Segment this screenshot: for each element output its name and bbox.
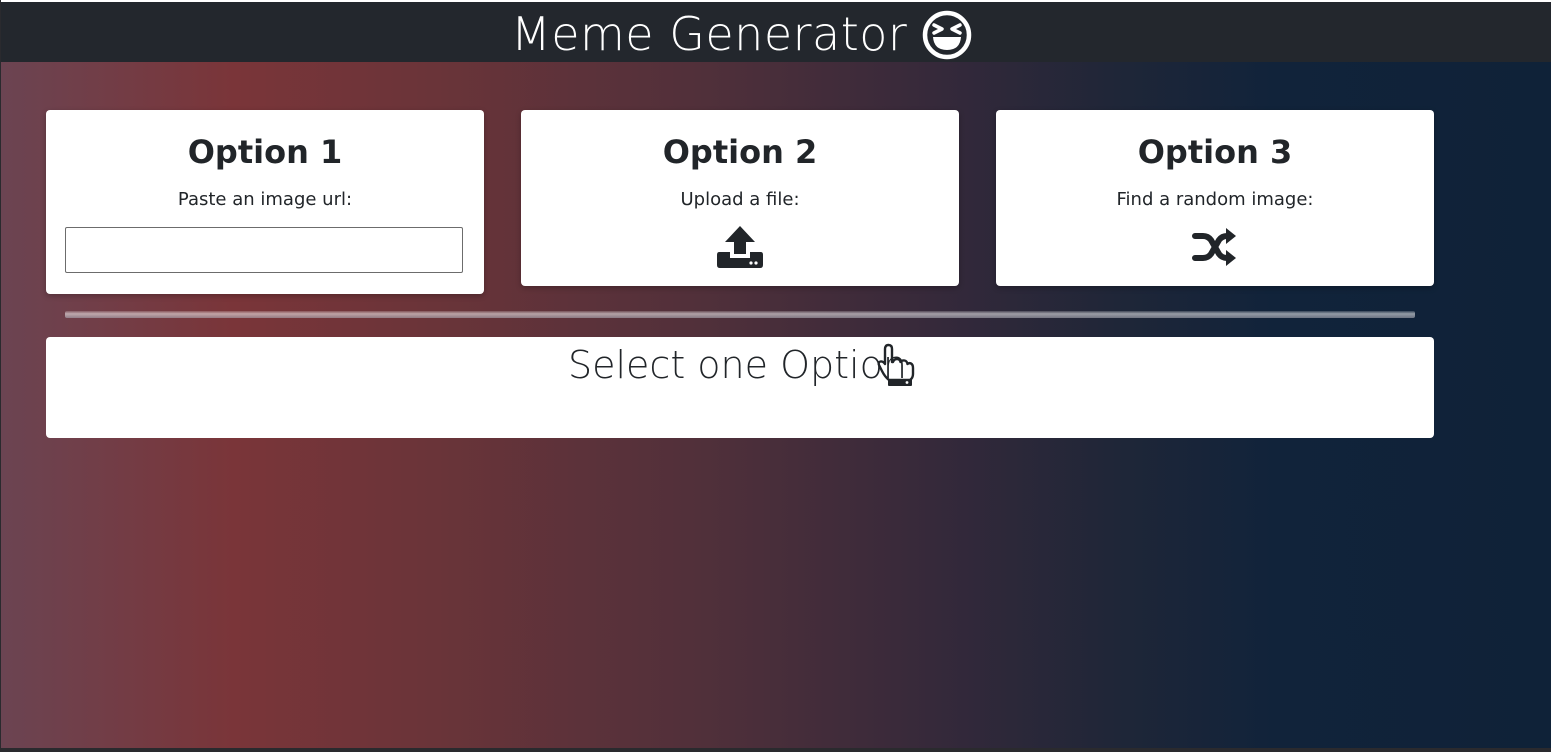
option-3-label: Find a random image: — [1116, 189, 1314, 210]
option-2-label: Upload a file: — [680, 189, 800, 210]
shuffle-icon[interactable] — [1191, 225, 1239, 269]
app-header: Meme Generator — [1, 2, 1551, 62]
option-3-card: Option 3 Find a random image: — [996, 110, 1434, 286]
image-url-input[interactable] — [65, 227, 463, 273]
option-1-title: Option 1 — [187, 133, 343, 171]
section-divider — [65, 311, 1415, 318]
select-option-prompt: Select one Option — [568, 343, 907, 387]
option-3-title: Option 3 — [1137, 133, 1293, 171]
window-bottom-edge — [0, 748, 1551, 752]
option-2-card: Option 2 Upload a file: — [521, 110, 959, 286]
option-2-title: Option 2 — [662, 133, 818, 171]
option-1-card: Option 1 Paste an image url: — [46, 110, 484, 294]
page-title: Meme Generator — [511, 7, 908, 61]
upload-icon[interactable] — [716, 225, 764, 269]
hand-pointer-icon — [877, 343, 915, 386]
option-1-label: Paste an image url: — [177, 189, 353, 210]
window-left-edge — [0, 0, 1, 752]
laughing-face-icon — [922, 10, 972, 60]
meme-preview-panel: Select one Option — [46, 337, 1434, 438]
